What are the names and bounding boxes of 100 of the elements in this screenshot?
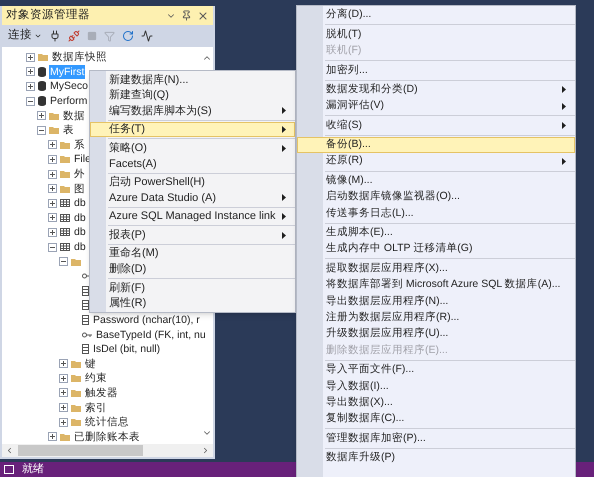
activity-icon[interactable] [141, 30, 153, 42]
expand-icon[interactable] [26, 52, 35, 62]
expand-icon[interactable] [48, 184, 57, 194]
menu-item[interactable]: 提取数据层应用程序(X)... [297, 260, 575, 277]
menu-item[interactable]: 导出数据(X)... [297, 394, 575, 411]
tree-node-label[interactable]: IsDel (bit, null) [92, 342, 162, 356]
collapse-icon[interactable] [37, 126, 46, 135]
menu-item[interactable]: 收缩(S) [297, 117, 575, 134]
status-icon [4, 465, 14, 474]
menu-item[interactable]: 启动 PowerShell(H) [90, 174, 295, 190]
tree-node-label[interactable]: 外 [73, 167, 86, 182]
tree-node-label[interactable]: MySeco [49, 79, 89, 94]
tree-node-label[interactable]: 索引 [84, 400, 108, 415]
menu-item[interactable]: 报表(P) [90, 227, 295, 243]
table-icon [60, 199, 70, 208]
menu-item[interactable]: 刷新(F) [90, 280, 295, 296]
expand-icon[interactable] [26, 67, 35, 76]
expand-icon[interactable] [59, 403, 68, 412]
close-icon[interactable] [197, 10, 209, 22]
menu-item[interactable]: 镜像(M)... [297, 172, 575, 189]
menu-item[interactable]: 数据库升级(P) [297, 450, 575, 466]
collapse-icon[interactable] [26, 96, 35, 106]
tree-node-label[interactable]: 图 [73, 182, 86, 196]
tree-node-label[interactable]: 约束 [84, 371, 108, 386]
tree-node-label[interactable]: 统计信息 [84, 415, 130, 430]
menu-item[interactable]: 导入数据(I)... [297, 378, 575, 395]
expand-icon[interactable] [59, 418, 68, 427]
tree-node-label[interactable]: db [73, 196, 87, 210]
tree-node-label[interactable]: 表 [62, 123, 75, 138]
tree-node-label[interactable]: 键 [84, 356, 97, 371]
disconnect-icon[interactable] [68, 30, 80, 42]
database-icon [38, 96, 46, 106]
menu-item[interactable]: 脱机(T) [297, 26, 575, 43]
database-icon [38, 66, 46, 77]
menu-item[interactable]: 生成内存中 OLTP 迁移清单(G) [297, 241, 575, 258]
menu-item[interactable]: 注册为数据层应用程序(R)... [297, 310, 575, 326]
expand-icon[interactable] [59, 388, 68, 398]
menu-item[interactable]: 将数据库部署到 Microsoft Azure SQL 数据库(A)... [297, 276, 575, 294]
collapse-icon[interactable] [48, 242, 57, 252]
menu-item[interactable]: 加密列... [297, 62, 575, 79]
menu-item[interactable]: 策略(O) [90, 140, 295, 156]
scroll-right-icon [201, 446, 210, 455]
horizontal-scrollbar[interactable] [2, 444, 213, 457]
expand-icon[interactable] [48, 198, 57, 208]
refresh-icon[interactable] [122, 30, 134, 42]
pin-icon[interactable] [181, 10, 192, 21]
tree-node-label[interactable]: 已删除账本表 [73, 430, 141, 444]
tree-node-label[interactable]: 数据库快照 [51, 50, 108, 64]
tree-node-label[interactable]: 触发器 [84, 386, 119, 400]
menu-item[interactable]: 传送事务日志(L)... [297, 205, 575, 222]
menu-item[interactable]: 编写数据库脚本为(S) [90, 103, 295, 119]
menu-item[interactable]: 任务(T) [90, 122, 295, 138]
menu-item[interactable]: 删除(D) [90, 262, 295, 278]
expand-icon[interactable] [48, 432, 57, 442]
column-icon [82, 314, 89, 325]
menu-item[interactable]: 数据发现和分类(D) [297, 82, 575, 98]
connect-button[interactable]: 连接 [8, 27, 42, 45]
scrollbar-thumb[interactable] [18, 445, 143, 456]
menu-item[interactable]: 升级数据层应用程序(U)... [297, 326, 575, 342]
tree-node-label[interactable]: db [73, 240, 87, 254]
menu-item[interactable]: 分离(D)... [297, 7, 575, 24]
menu-item[interactable]: 导出数据层应用程序(N)... [297, 293, 575, 310]
table-icon [60, 228, 70, 236]
menu-item[interactable]: Facets(A) [90, 156, 295, 172]
collapse-icon[interactable] [59, 257, 68, 266]
menu-item[interactable]: 备份(B)... [297, 136, 575, 154]
menu-item[interactable]: 启动数据库镜像监视器(O)... [297, 188, 575, 206]
menu-item[interactable]: 重命名(M) [90, 246, 295, 262]
menu-item[interactable]: Azure SQL Managed Instance link [90, 208, 295, 224]
expand-icon[interactable] [59, 359, 68, 368]
expand-icon[interactable] [26, 82, 35, 91]
tree-node-label[interactable]: 系 [73, 138, 86, 152]
tree-node-label[interactable]: db [73, 210, 87, 225]
caret-icon [34, 32, 42, 40]
menu-item[interactable]: Azure Data Studio (A) [90, 190, 295, 206]
folder-icon [71, 258, 81, 266]
menu-item[interactable]: 新建数据库(N)... [90, 72, 295, 88]
tree-node-label[interactable]: Perform [49, 94, 88, 108]
table-icon [60, 243, 70, 252]
tree-node-label[interactable]: BaseTypeId (FK, int, nu [95, 328, 207, 342]
menu-item[interactable]: 生成脚本(E)... [297, 224, 575, 242]
menu-item[interactable]: 属性(R) [90, 296, 295, 312]
expand-icon[interactable] [59, 374, 68, 383]
menu-item[interactable]: 还原(R) [297, 153, 575, 170]
expand-icon[interactable] [48, 170, 57, 179]
menu-item[interactable]: 复制数据库(C)... [297, 410, 575, 428]
plug-icon[interactable] [49, 30, 61, 42]
tree-node-label[interactable]: Password (nchar(10), r [92, 312, 201, 327]
expand-icon[interactable] [48, 154, 57, 164]
menu-item[interactable]: 管理数据库加密(P)... [297, 430, 575, 447]
menu-item[interactable]: 导入平面文件(F)... [297, 362, 575, 378]
expand-icon[interactable] [48, 140, 57, 150]
expand-icon[interactable] [48, 213, 57, 222]
menu-item[interactable]: 漏洞评估(V) [297, 98, 575, 114]
tree-node-label[interactable]: 数据 [62, 108, 86, 123]
expand-icon[interactable] [48, 228, 57, 237]
tree-node-label[interactable]: db [73, 225, 87, 240]
menu-item[interactable]: 新建查询(Q) [90, 88, 295, 104]
panel-title: 对象资源管理器 [6, 8, 90, 23]
expand-icon[interactable] [37, 111, 46, 120]
